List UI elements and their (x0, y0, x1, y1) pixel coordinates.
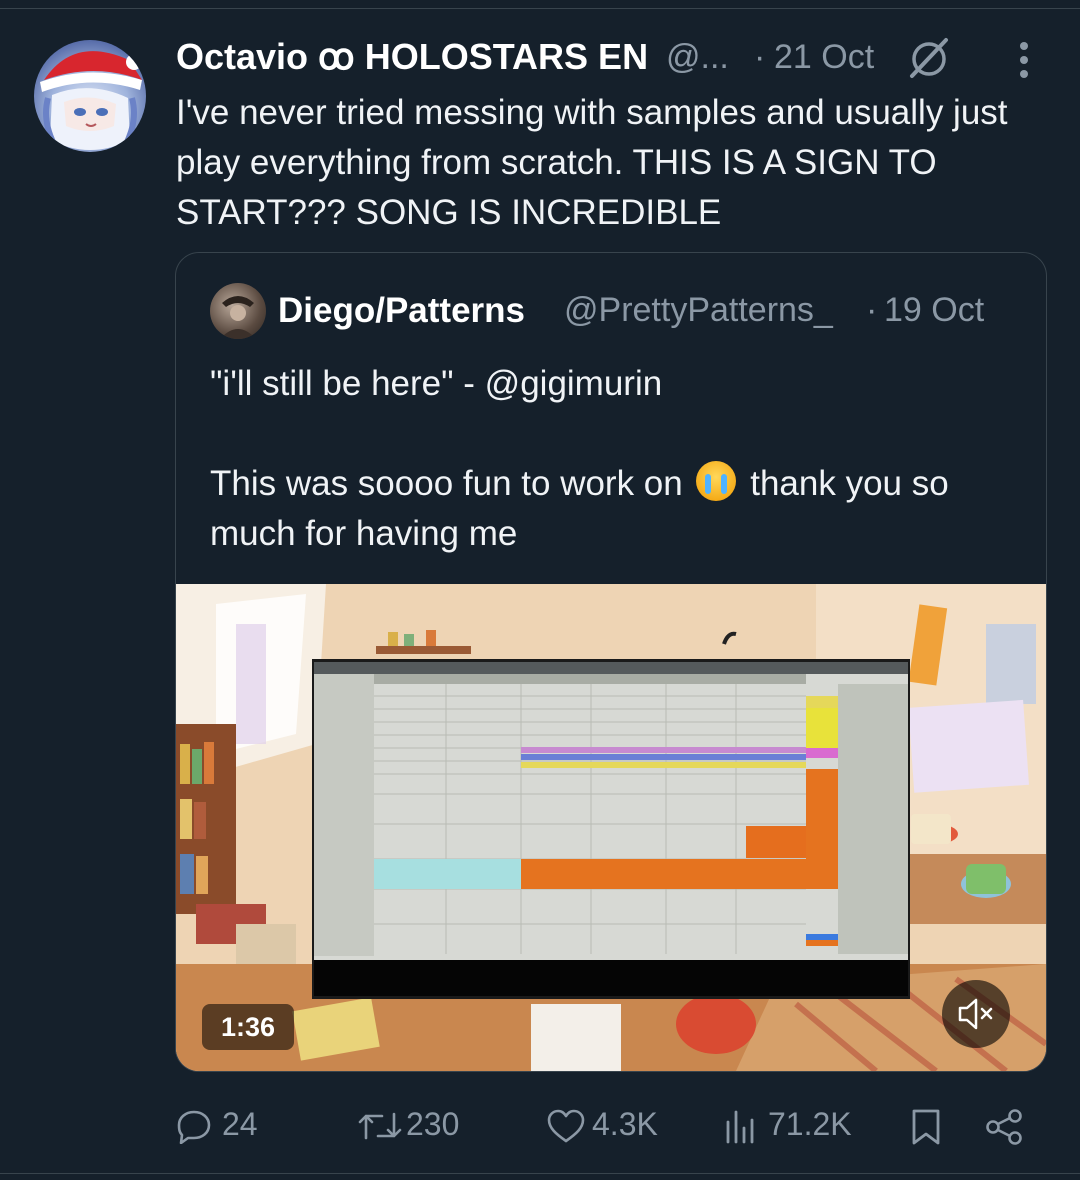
grok-icon[interactable] (904, 32, 954, 82)
like-button[interactable]: 4.3K (546, 1100, 666, 1152)
video-duration: 1:36 (202, 1004, 294, 1050)
quote-line-1: "i'll still be here" - @gigimurin (210, 364, 663, 403)
repost-count: 230 (406, 1106, 460, 1142)
more-vertical-icon[interactable] (1012, 38, 1036, 82)
quote-author-avatar[interactable] (210, 283, 266, 339)
quote-line-2-start: This was soooo fun to work on (210, 464, 683, 503)
quoted-post[interactable]: Diego/Patterns @PrettyPatterns_ · 19 Oct… (175, 252, 1047, 1072)
avatar-illustration (40, 51, 142, 150)
bookmark-icon (912, 1109, 940, 1145)
quote-date[interactable]: 19 Oct (884, 291, 984, 330)
like-count: 4.3K (592, 1106, 658, 1142)
mute-button[interactable] (942, 980, 1010, 1048)
quote-blank-line (210, 409, 1020, 459)
reply-count: 24 (222, 1106, 258, 1142)
repost-button[interactable]: 230 (356, 1100, 476, 1152)
quote-separator-dot: · (866, 291, 878, 329)
bottom-divider (0, 1173, 1080, 1174)
reply-icon (177, 1110, 211, 1144)
video-player[interactable]: 1:36 (176, 584, 1046, 1071)
post-date[interactable]: 21 Oct (774, 38, 874, 77)
author-avatar[interactable] (34, 40, 146, 152)
speaker-muted-icon (958, 998, 993, 1030)
share-button[interactable] (984, 1100, 1024, 1152)
top-divider (0, 0, 1080, 9)
heart-icon (547, 1109, 585, 1143)
author-handle[interactable]: @... (666, 38, 729, 77)
repost-icon (358, 1112, 402, 1140)
bookmark-button[interactable] (908, 1100, 944, 1152)
views-icon (726, 1110, 754, 1144)
video-frame (176, 584, 1046, 1071)
quote-avatar-illustration (220, 296, 256, 339)
reply-button[interactable]: 24 (176, 1100, 276, 1152)
author-name[interactable]: Octavio ꝏ HOLOSTARS EN (176, 36, 648, 78)
views-count: 71.2K (768, 1106, 852, 1142)
quote-author-handle[interactable]: @PrettyPatterns_ (564, 291, 833, 330)
share-icon (986, 1109, 1022, 1145)
post-text: I've never tried messing with samples an… (176, 93, 1008, 232)
quote-line-2: This was soooo fun to work on thank you … (210, 459, 1020, 559)
post-header: Octavio ꝏ HOLOSTARS EN @... · 21 Oct (176, 30, 1046, 86)
loudly-crying-face-icon (696, 461, 737, 501)
views-button[interactable]: 71.2K (722, 1100, 852, 1152)
quote-text: "i'll still be here" - @gigimurin This w… (210, 359, 1020, 559)
separator-dot: · (754, 38, 766, 76)
quote-author-name[interactable]: Diego/Patterns (278, 291, 525, 331)
action-bar: 24 230 4.3K 71.2K (0, 1100, 1080, 1152)
